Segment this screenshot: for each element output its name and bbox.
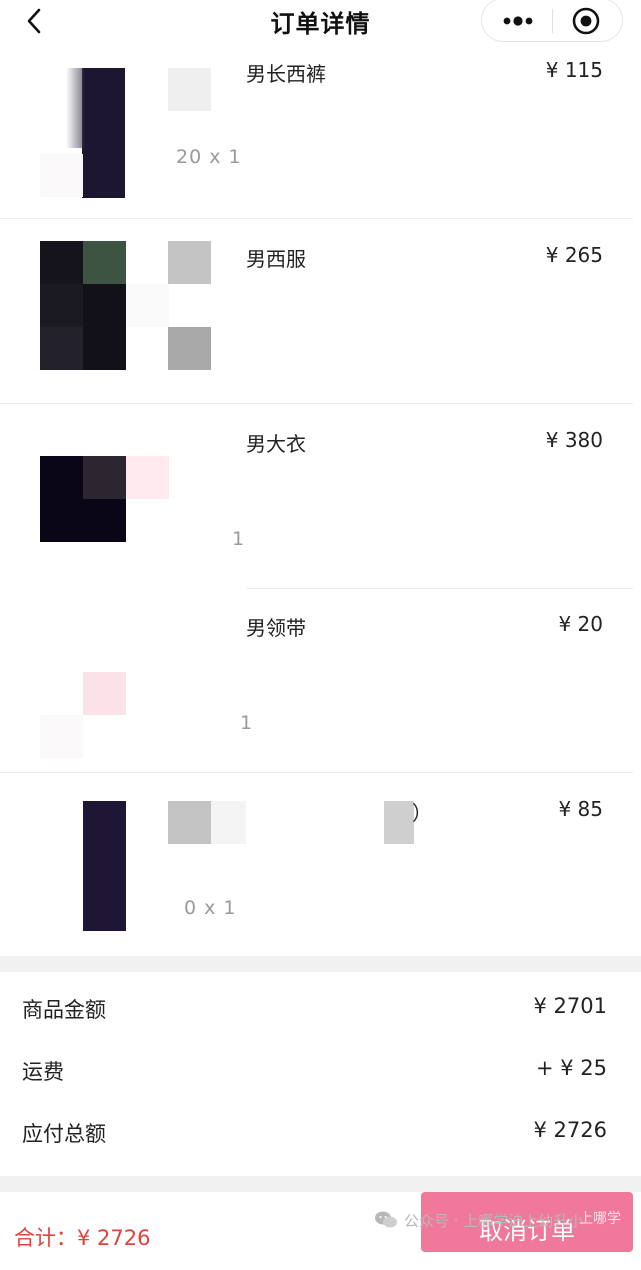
product-price: ¥ 115: [545, 58, 603, 82]
section-divider: [0, 956, 641, 972]
product-item[interactable]: 男长西裤 ¥ 115 20 x 1: [0, 34, 633, 219]
product-item[interactable]: ） ¥ 85 0 x 1: [0, 773, 633, 957]
product-spec-qty: 1: [240, 712, 254, 734]
product-spec-qty: 1: [232, 528, 246, 550]
product-item[interactable]: 男领带 ¥ 20 1: [0, 588, 633, 773]
more-icon[interactable]: [500, 9, 536, 33]
product-price: ¥ 85: [558, 797, 603, 821]
goods-amount-row: 商品金额 ¥ 2701: [22, 994, 607, 1024]
order-total: 合计：¥ 2726: [14, 1226, 151, 1250]
shipping-row: 运费 + ¥ 25: [22, 1056, 607, 1086]
bottom-action-bar: 合计：¥ 2726 取消订单 公众号 · 上哪学沪上幼升小 上哪学: [0, 1192, 641, 1252]
capsule-divider: [552, 9, 553, 33]
product-thumbnail: [0, 34, 246, 218]
goods-amount-value: ¥ 2701: [533, 994, 607, 1018]
product-item[interactable]: 男大衣 ¥ 380 1: [0, 404, 633, 589]
product-name: ）: [412, 801, 432, 825]
thumbnail-fragment: [384, 801, 414, 844]
product-name: 男长西裤: [246, 62, 326, 86]
product-name: 男西服: [246, 247, 306, 271]
section-divider: [0, 1176, 641, 1192]
watermark-text: 公众号 · 上哪学沪上幼升小: [404, 1212, 584, 1230]
nav-bar: 订单详情: [0, 0, 641, 44]
price-summary: 商品金额 ¥ 2701 运费 + ¥ 25 应付总额 ¥ 2726: [0, 972, 641, 1176]
shipping-value: + ¥ 25: [535, 1056, 607, 1080]
product-thumbnail: [0, 404, 246, 588]
product-name: 男大衣: [246, 432, 306, 456]
product-item[interactable]: 男西服 ¥ 265: [0, 219, 633, 404]
wechat-icon: [375, 1211, 397, 1228]
product-price: ¥ 265: [545, 243, 603, 267]
product-spec-qty: 0 x 1: [184, 897, 237, 919]
payable-value: ¥ 2726: [533, 1118, 607, 1142]
product-thumbnail: [0, 773, 246, 957]
product-price: ¥ 20: [558, 612, 603, 636]
product-thumbnail: [0, 588, 246, 772]
watermark-tail: 上哪学: [579, 1211, 621, 1227]
goods-amount-label: 商品金额: [22, 998, 106, 1022]
product-thumbnail: [0, 219, 246, 403]
close-target-icon[interactable]: [570, 5, 602, 37]
mini-program-capsule: [481, 0, 623, 42]
shipping-label: 运费: [22, 1060, 64, 1084]
payable-row: 应付总额 ¥ 2726: [22, 1118, 607, 1148]
payable-label: 应付总额: [22, 1122, 106, 1146]
product-spec-qty: 20 x 1: [176, 146, 242, 168]
product-name: 男领带: [246, 616, 306, 640]
product-price: ¥ 380: [545, 428, 603, 452]
